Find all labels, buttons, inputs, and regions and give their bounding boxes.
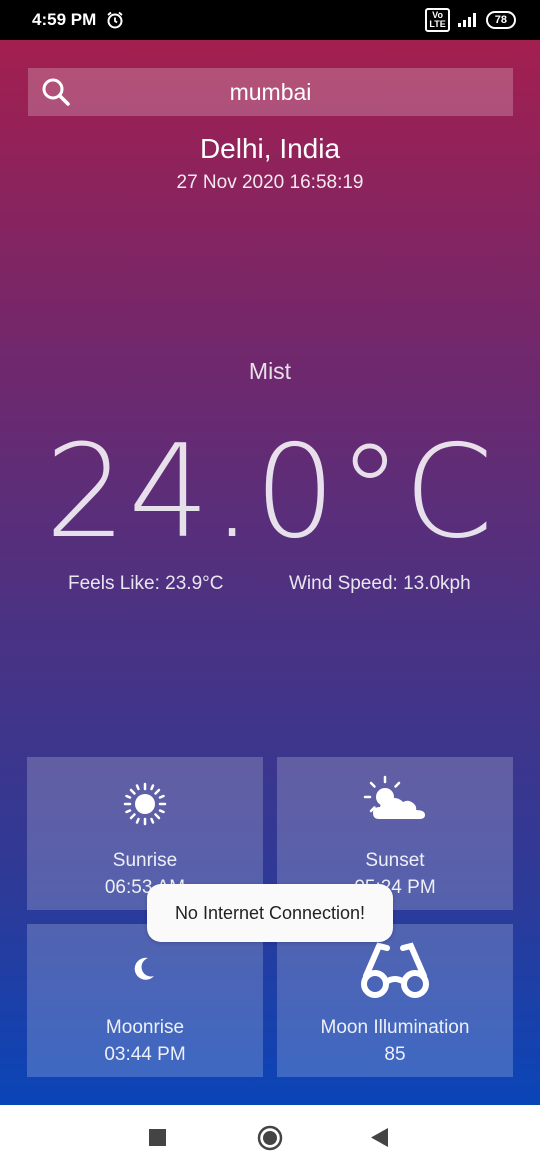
signal-icon bbox=[457, 13, 476, 27]
alarm-icon bbox=[107, 11, 123, 29]
status-time: 4:59 PM bbox=[32, 10, 97, 29]
date-time: 27 Nov 2020 16:58:19 bbox=[176, 172, 364, 193]
weather-condition: Mist bbox=[248, 358, 292, 384]
back-button[interactable] bbox=[371, 1128, 389, 1147]
status-bar: 4:59 PM Vo LTE 78 bbox=[0, 0, 540, 40]
sunrise-label: Sunrise bbox=[112, 850, 178, 871]
temperature: 24.0°C bbox=[44, 418, 496, 567]
feels-like: Feels Like: 23.9°C bbox=[68, 573, 224, 594]
moonrise-value: 03:44 PM bbox=[104, 1044, 186, 1065]
weather-screen: Delhi, India 27 Nov 2020 16:58:19 Mist 2… bbox=[0, 40, 540, 1105]
moon-illumination-value: 85 bbox=[384, 1044, 406, 1065]
search-bar[interactable] bbox=[28, 68, 513, 116]
home-button[interactable] bbox=[257, 1125, 283, 1151]
toast-message: No Internet Connection! bbox=[147, 884, 393, 942]
search-input[interactable] bbox=[28, 68, 513, 116]
glasses-icon bbox=[361, 942, 429, 998]
moon-icon bbox=[134, 957, 154, 980]
sun-icon bbox=[123, 782, 167, 826]
moon-illumination-label: Moon Illumination bbox=[320, 1017, 470, 1038]
moon-illumination-card: Moon Illumination 85 bbox=[277, 924, 513, 1077]
volte-icon: Vo LTE bbox=[425, 8, 450, 32]
recent-apps-button[interactable] bbox=[149, 1129, 166, 1146]
wind-speed: Wind Speed: 13.0kph bbox=[289, 573, 471, 594]
location-title: Delhi, India bbox=[199, 133, 341, 164]
navigation-bar bbox=[0, 1105, 540, 1170]
sunset-label: Sunset bbox=[365, 850, 425, 871]
moonrise-label: Moonrise bbox=[105, 1017, 185, 1038]
sun-cloud-icon bbox=[363, 775, 425, 819]
moonrise-card: Moonrise 03:44 PM bbox=[27, 924, 263, 1077]
battery-icon: 78 bbox=[485, 11, 516, 29]
search-icon[interactable] bbox=[40, 76, 72, 108]
